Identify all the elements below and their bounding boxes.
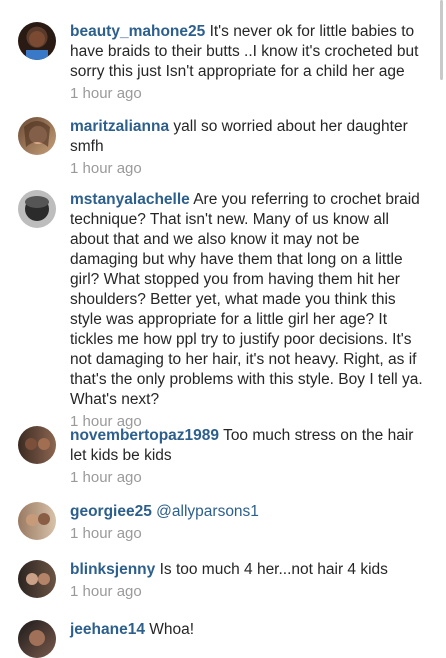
- comment-timestamp: 1 hour ago: [70, 469, 142, 486]
- avatar[interactable]: [18, 117, 56, 155]
- comment-text: Are you referring to crochet braid techn…: [70, 191, 423, 408]
- comment-timestamp: 1 hour ago: [70, 160, 142, 177]
- comment-username[interactable]: jeehane14: [70, 621, 145, 638]
- comment-body: georgiee25 @allyparsons1 1 hour ago: [70, 502, 430, 544]
- comment-body: jeehane14 Whoa!: [70, 620, 430, 640]
- comment-body: mstanyalachelle Are you referring to cro…: [70, 190, 430, 432]
- comment-username[interactable]: maritzalianna: [70, 118, 169, 135]
- avatar[interactable]: [18, 22, 56, 60]
- comment-text: Is too much 4 her...not hair 4 kids: [159, 561, 388, 578]
- comment-timestamp: 1 hour ago: [70, 525, 142, 542]
- comment-text: Whoa!: [149, 621, 195, 638]
- comment-username[interactable]: georgiee25: [70, 503, 152, 520]
- avatar[interactable]: [18, 502, 56, 540]
- comment-body: novembertopaz1989 Too much stress on the…: [70, 426, 430, 488]
- comment-username[interactable]: novembertopaz1989: [70, 427, 219, 444]
- avatar[interactable]: [18, 190, 56, 228]
- scrollbar[interactable]: [440, 0, 443, 80]
- avatar[interactable]: [18, 560, 56, 598]
- comment-mention-link[interactable]: @allyparsons1: [156, 503, 259, 520]
- comment-body: maritzalianna yall so worried about her …: [70, 117, 430, 179]
- comment-username[interactable]: mstanyalachelle: [70, 191, 190, 208]
- comment-username[interactable]: blinksjenny: [70, 561, 155, 578]
- avatar[interactable]: [18, 620, 56, 658]
- comment-timestamp: 1 hour ago: [70, 85, 142, 102]
- comment-username[interactable]: beauty_mahone25: [70, 23, 205, 40]
- comment-body: beauty_mahone25 It's never ok for little…: [70, 22, 430, 104]
- comment-timestamp: 1 hour ago: [70, 583, 142, 600]
- avatar[interactable]: [18, 426, 56, 464]
- comment-body: blinksjenny Is too much 4 her...not hair…: [70, 560, 430, 602]
